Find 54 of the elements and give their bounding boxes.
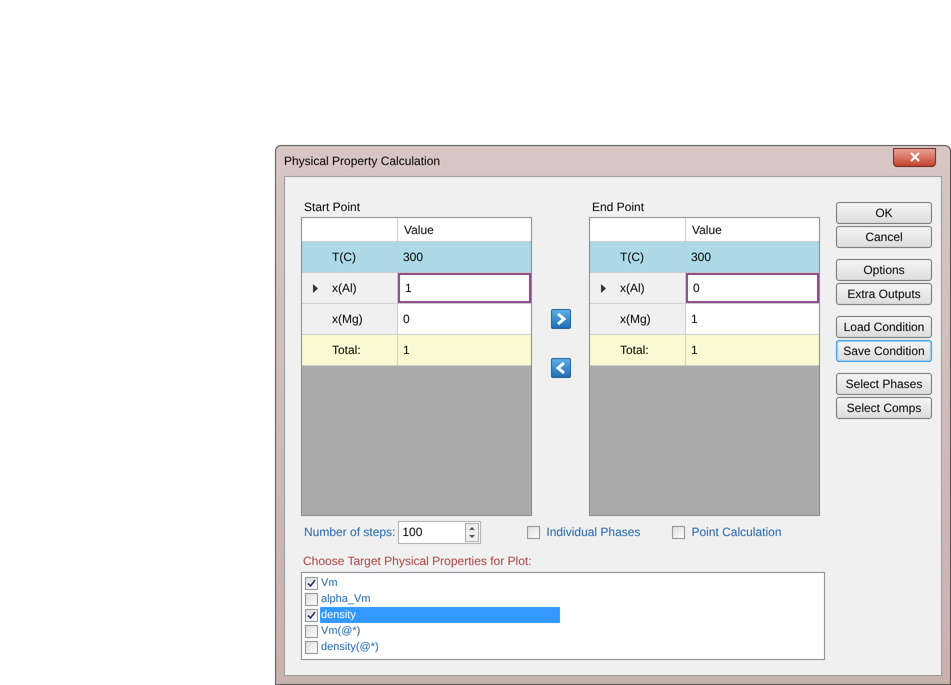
option-label: Individual Phases [546, 524, 640, 541]
arrow-right-button[interactable] [550, 309, 570, 329]
row-header: T(C) [331, 249, 356, 266]
list-item[interactable]: Vm(@*) [320, 623, 360, 639]
checkbox[interactable] [305, 624, 318, 638]
dialog-button[interactable]: Select Phases [836, 373, 932, 395]
grid-title: Start Point [303, 199, 362, 216]
checkbox[interactable] [305, 592, 318, 606]
window-title: Physical Property Calculation [284, 153, 440, 170]
row-header: x(Mg) [619, 311, 651, 328]
spinner-arrows-icon[interactable] [465, 522, 480, 542]
checkbox[interactable] [672, 526, 686, 538]
chevron-left-icon [554, 362, 566, 374]
list-item[interactable]: density(@*) [320, 639, 379, 655]
dialog-button[interactable]: OK [836, 202, 932, 224]
row-header: T(C) [619, 249, 644, 266]
grid-cell[interactable]: 1 [686, 304, 819, 334]
arrow-left-button[interactable] [550, 358, 570, 378]
grid-cell[interactable]: 0 [398, 304, 531, 334]
row-header: Total: [331, 342, 361, 359]
steps-label: Number of steps: [304, 524, 396, 541]
dialog-button[interactable]: Extra Outputs [836, 283, 932, 305]
close-button[interactable] [893, 148, 936, 166]
properties-label: Choose Target Physical Properties for Plot: [303, 553, 533, 570]
dialog-button[interactable]: Load Condition [836, 316, 932, 338]
dialog-button[interactable]: Options [836, 259, 932, 281]
grid-title: End Point [591, 199, 646, 216]
row-pointer-icon [312, 284, 318, 292]
column-header: Value [403, 222, 434, 239]
row-header: x(Al) [331, 280, 357, 297]
row-header: x(Al) [619, 280, 645, 297]
option-label: Point Calculation [691, 524, 782, 541]
checkbox[interactable] [305, 608, 318, 622]
row-header: x(Mg) [331, 311, 363, 328]
grid-cell-text: 300 [690, 249, 712, 266]
checkbox[interactable] [305, 640, 318, 654]
checkbox[interactable] [305, 576, 318, 590]
list-item[interactable]: Vm [320, 575, 338, 591]
row-header: Total: [619, 342, 649, 359]
steps-spinner[interactable]: 100 [398, 520, 482, 544]
grid-cell[interactable]: 0 [686, 273, 819, 303]
grid-cell-text: 300 [402, 249, 424, 266]
grid-cell-text: 1 [402, 342, 411, 359]
grid-cell[interactable]: 1 [398, 273, 531, 303]
column-header: Value [691, 222, 722, 239]
dialog-button[interactable]: Cancel [836, 226, 932, 248]
chevron-right-icon [554, 313, 566, 325]
checkbox[interactable] [527, 526, 540, 538]
close-icon [910, 152, 920, 162]
grid-cell-text: 1 [690, 342, 699, 359]
list-item[interactable]: alpha_Vm [320, 591, 371, 607]
dialog-button[interactable]: Select Comps [836, 397, 932, 419]
row-pointer-icon [600, 284, 606, 292]
dialog-button[interactable]: Save Condition [836, 340, 932, 362]
